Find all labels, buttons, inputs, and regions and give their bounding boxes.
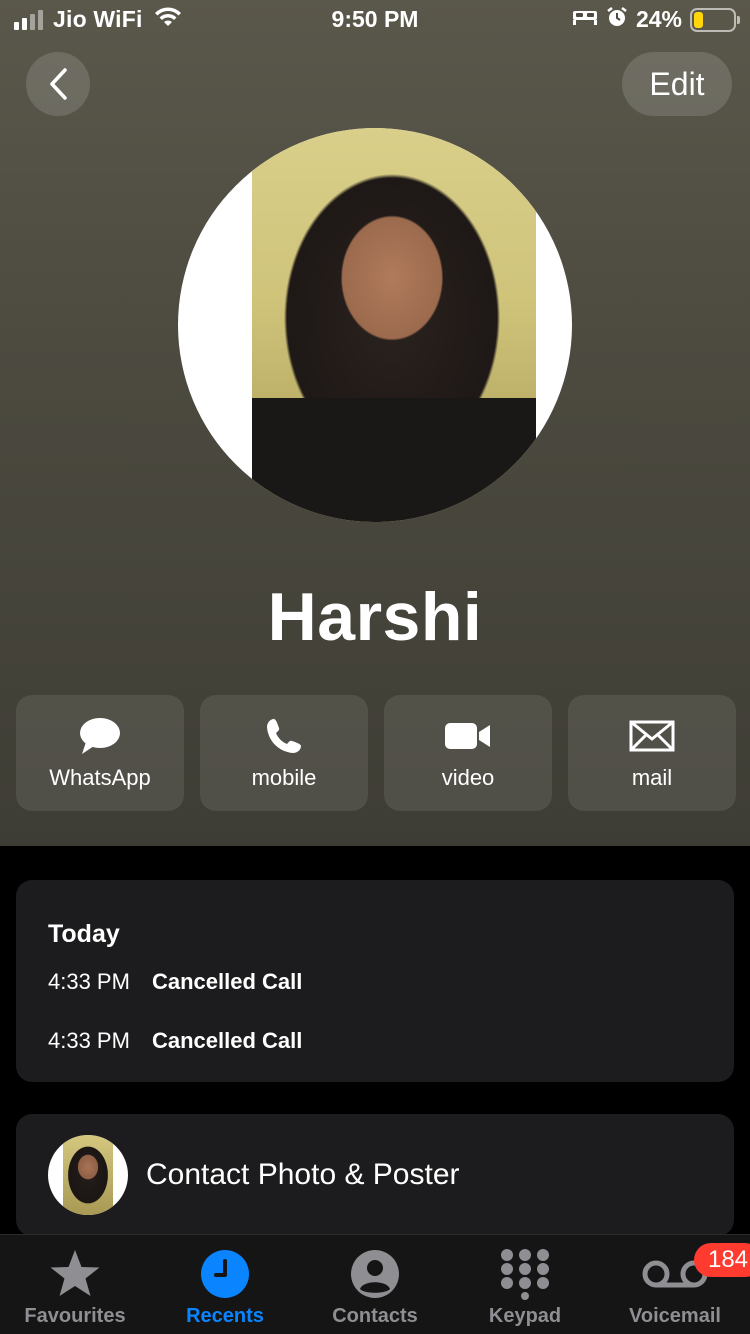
contact-photo-thumbnail	[48, 1135, 128, 1215]
tab-keypad[interactable]: Keypad	[450, 1235, 600, 1334]
battery-fill	[694, 11, 704, 28]
contact-avatar	[178, 128, 572, 522]
mail-action-button[interactable]: mail	[568, 695, 736, 811]
tab-bar: Favourites Recents Contacts Keypad Voice…	[0, 1234, 750, 1334]
edit-button[interactable]: Edit	[622, 52, 732, 116]
contact-name: Harshi	[267, 579, 483, 655]
recent-calls-card: Today 4:33 PM Cancelled Call 4:33 PM Can…	[16, 880, 734, 1082]
tab-label: Favourites	[24, 1305, 126, 1327]
chevron-left-icon	[50, 68, 67, 100]
tab-label: Voicemail	[629, 1305, 721, 1327]
action-label: WhatsApp	[49, 765, 151, 790]
phone-icon	[265, 715, 303, 757]
tab-recents[interactable]: Recents	[150, 1235, 300, 1334]
contact-photo-poster-button[interactable]: Contact Photo & Poster	[16, 1114, 734, 1236]
battery-percent: 24%	[635, 6, 682, 32]
mobile-action-button[interactable]: mobile	[200, 695, 368, 811]
action-label: mobile	[251, 765, 317, 790]
call-status: Cancelled Call	[152, 1028, 303, 1053]
tab-label: Keypad	[488, 1305, 562, 1327]
tab-contacts[interactable]: Contacts	[300, 1235, 450, 1334]
call-row: 4:33 PM Cancelled Call	[48, 1028, 702, 1087]
tab-favourites[interactable]: Favourites	[0, 1235, 150, 1334]
bed-icon	[572, 7, 598, 32]
message-bubble-icon	[78, 715, 122, 757]
back-button[interactable]	[26, 52, 90, 116]
battery-icon	[690, 7, 740, 32]
call-time: 4:33 PM	[48, 969, 130, 994]
quick-actions: WhatsApp mobile video mail	[16, 695, 736, 811]
contact-photo-poster-label: Contact Photo & Poster	[146, 1158, 460, 1191]
call-status: Cancelled Call	[152, 969, 303, 994]
tab-label: Contacts	[332, 1305, 418, 1327]
recents-section-title: Today	[48, 920, 120, 948]
voicemail-badge: 184	[694, 1243, 750, 1277]
keypad-icon	[499, 1247, 551, 1301]
star-icon	[48, 1247, 102, 1301]
video-action-button[interactable]: video	[384, 695, 552, 811]
contact-photo	[252, 128, 536, 522]
envelope-icon	[629, 715, 675, 757]
clock-icon	[200, 1247, 250, 1301]
status-bar: Jio WiFi 9:50 PM 24%	[0, 0, 750, 40]
person-circle-icon	[350, 1247, 400, 1301]
status-right: 24%	[572, 6, 740, 33]
tab-label: Recents	[186, 1305, 264, 1327]
whatsapp-action-button[interactable]: WhatsApp	[16, 695, 184, 811]
call-time: 4:33 PM	[48, 1028, 130, 1053]
alarm-icon	[606, 6, 628, 33]
call-row: 4:33 PM Cancelled Call	[48, 969, 702, 1028]
video-camera-icon	[444, 715, 492, 757]
action-label: video	[441, 765, 495, 790]
tab-voicemail[interactable]: Voicemail 184	[600, 1235, 750, 1334]
action-label: mail	[631, 765, 673, 790]
